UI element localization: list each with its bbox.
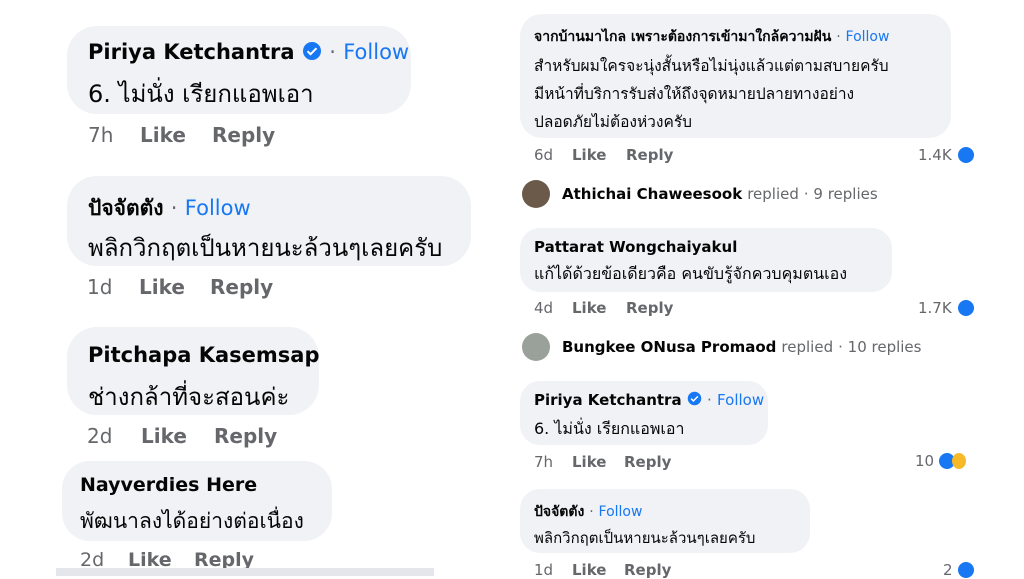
comment-actions: 7h Like Reply	[88, 123, 275, 147]
reply-button[interactable]: Reply	[624, 561, 671, 579]
comment-time[interactable]: 1d	[534, 561, 572, 579]
comment-time[interactable]: 7h	[534, 453, 572, 471]
comment-bubble: Piriya Ketchantra · Follow 6. ไม่นั่ง เร…	[520, 381, 768, 445]
like-button[interactable]: Like	[572, 146, 626, 164]
separator: ·	[836, 29, 841, 45]
reaction-count[interactable]: 2	[943, 561, 974, 579]
separator: ·	[707, 391, 712, 409]
comment-actions: 1d Like Reply	[534, 561, 671, 579]
follow-button[interactable]: Follow	[717, 391, 764, 409]
comment-text: 6. ไม่นั่ง เรียกแอพเอา	[88, 80, 314, 108]
separator: ·	[589, 504, 594, 520]
like-button[interactable]: Like	[141, 424, 214, 448]
comment-actions: 4d Like Reply	[534, 299, 673, 317]
reply-button[interactable]: Reply	[214, 424, 277, 448]
comment-author[interactable]: Piriya Ketchantra · Follow	[88, 40, 409, 66]
comment-actions: 2d Like Reply	[87, 424, 277, 448]
view-replies-link[interactable]: Athichai Chaweesook replied · 9 replies	[522, 180, 878, 208]
comment-author[interactable]: Nayverdies Here	[80, 474, 257, 496]
haha-reaction-icon	[952, 453, 967, 469]
comment-text: สำหรับผมใครจะนุ่งสั้นหรือไม่นุ่งแล้วแต่ต…	[534, 57, 889, 131]
comment-author[interactable]: จากบ้านมาไกล เพราะต้องการเข้ามาใกล้ความฝ…	[534, 26, 889, 48]
comment-author[interactable]: Piriya Ketchantra · Follow	[534, 391, 764, 410]
comment-actions: 1d Like Reply	[87, 275, 273, 299]
comment-bubble: Piriya Ketchantra · Follow 6. ไม่นั่ง เร…	[67, 26, 411, 114]
like-button[interactable]: Like	[572, 453, 624, 471]
reply-button[interactable]: Reply	[626, 146, 673, 164]
separator: ·	[170, 196, 178, 220]
comment-time[interactable]: 6d	[534, 146, 572, 164]
comment-text: ช่างกล้าที่จะสอนค่ะ	[88, 383, 290, 411]
reply-button[interactable]: Reply	[624, 453, 671, 471]
comment-text: พัฒนาลงได้อย่างต่อเนื่อง	[80, 509, 304, 533]
comment-time[interactable]: 2d	[87, 424, 141, 448]
comment-text: แก้ได้ด้วยข้อเดียวคือ คนขับรู้จักควบคุมต…	[534, 264, 848, 283]
comment-bubble: Pitchapa Kasemsap ช่างกล้าที่จะสอนค่ะ	[67, 327, 319, 415]
like-button[interactable]: Like	[572, 561, 624, 579]
reaction-count[interactable]: 1.7K	[918, 299, 974, 317]
comment-bubble: ปัจจัตตัง · Follow พลิกวิกฤตเป็นหายนะล้ว…	[67, 176, 471, 266]
like-button[interactable]: Like	[140, 123, 212, 147]
avatar	[522, 180, 550, 208]
comment-bubble: Nayverdies Here พัฒนาลงได้อย่างต่อเนื่อง	[62, 461, 332, 541]
follow-button[interactable]: Follow	[846, 29, 890, 45]
follow-button[interactable]: Follow	[343, 40, 409, 64]
like-reaction-icon	[957, 300, 974, 316]
comment-time[interactable]: 1d	[87, 275, 139, 299]
comment-author[interactable]: Pitchapa Kasemsap	[88, 343, 319, 367]
reaction-count[interactable]: 10	[915, 452, 967, 470]
like-reaction-icon	[957, 147, 974, 163]
comment-author[interactable]: ปัจจัตตัง · Follow	[534, 501, 642, 523]
verified-badge-icon	[687, 391, 702, 410]
like-button[interactable]: Like	[139, 275, 210, 299]
comment-time[interactable]: 7h	[88, 123, 140, 147]
comment-bubble: จากบ้านมาไกล เพราะต้องการเข้ามาใกล้ความฝ…	[520, 14, 951, 138]
reply-button[interactable]: Reply	[212, 123, 275, 147]
separator: ·	[329, 40, 336, 64]
verified-badge-icon	[302, 41, 322, 66]
comment-time[interactable]: 4d	[534, 299, 572, 317]
like-button[interactable]: Like	[572, 299, 626, 317]
reply-button[interactable]: Reply	[210, 275, 273, 299]
view-replies-link[interactable]: Bungkee ONusa Promaod replied · 10 repli…	[522, 333, 921, 361]
comment-text: พลิกวิกฤตเป็นหายนะล้วนๆเลยครับ	[88, 234, 443, 262]
comment-author[interactable]: ปัจจัตตัง · Follow	[88, 192, 251, 225]
comment-bubble: Pattarat Wongchaiyakul แก้ได้ด้วยข้อเดีย…	[520, 228, 892, 292]
comment-text: 6. ไม่นั่ง เรียกแอพเอา	[534, 419, 685, 438]
follow-button[interactable]: Follow	[599, 504, 643, 520]
avatar	[522, 333, 550, 361]
follow-button[interactable]: Follow	[185, 196, 251, 220]
reaction-count[interactable]: 1.4K	[918, 146, 974, 164]
comment-text: พลิกวิกฤตเป็นหายนะล้วนๆเลยครับ	[534, 529, 756, 547]
reply-button[interactable]: Reply	[626, 299, 673, 317]
comment-bubble: ปัจจัตตัง · Follow พลิกวิกฤตเป็นหายนะล้ว…	[520, 489, 810, 553]
comment-author[interactable]: Pattarat Wongchaiyakul	[534, 238, 737, 256]
comment-actions: 7h Like Reply	[534, 453, 671, 471]
comment-actions: 6d Like Reply	[534, 146, 673, 164]
divider	[56, 568, 434, 576]
